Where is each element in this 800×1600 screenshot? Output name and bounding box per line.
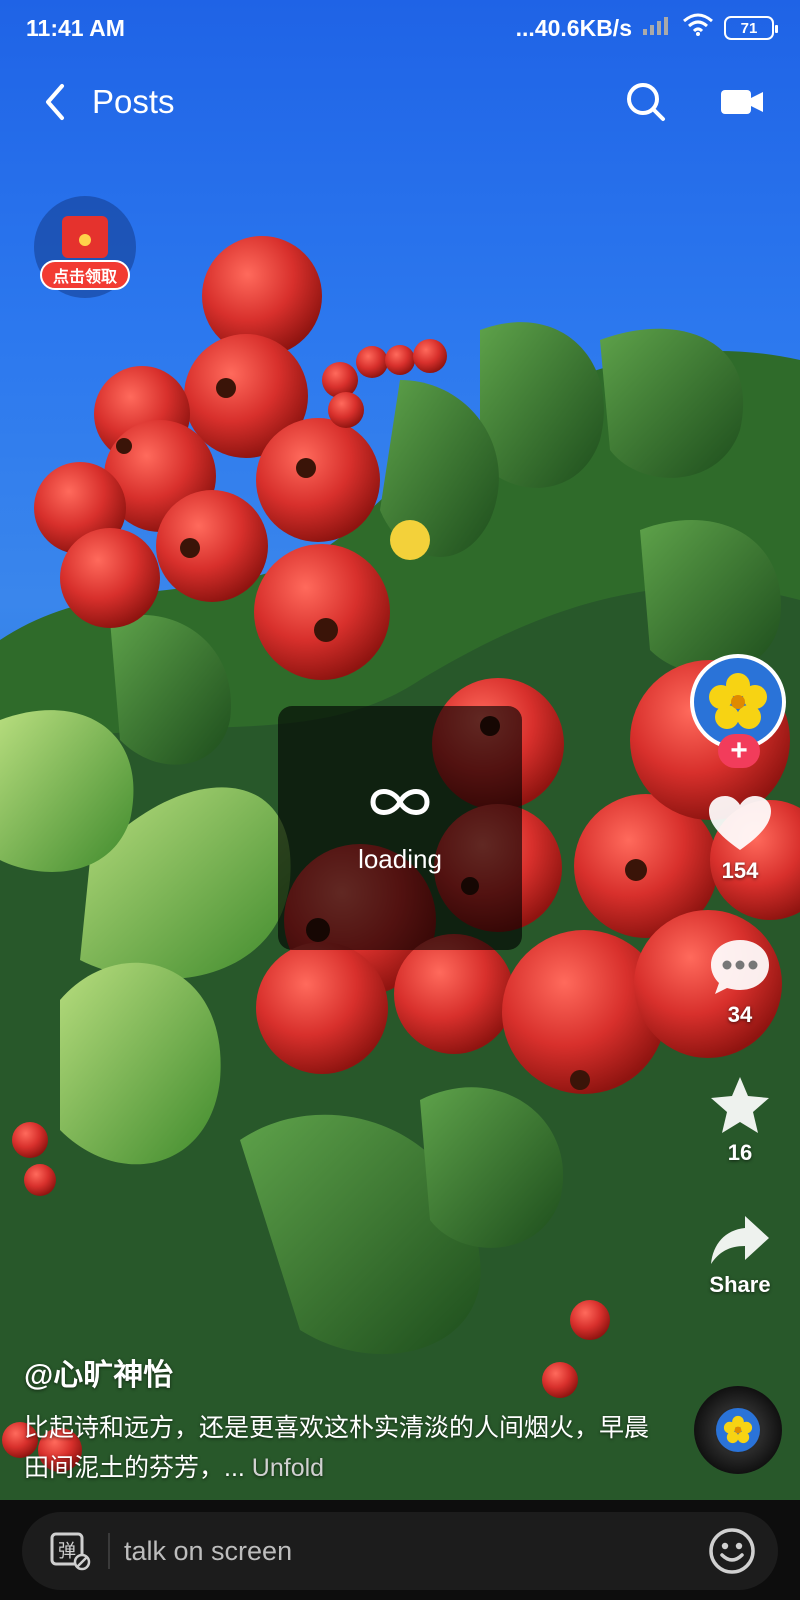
emoji-button[interactable] [706, 1525, 758, 1577]
bottom-bar: 弹 talk on screen [0, 1500, 800, 1600]
share-label: Share [709, 1272, 771, 1297]
music-cover [716, 1408, 760, 1452]
back-button[interactable] [30, 77, 80, 127]
loading-text: loading [358, 843, 442, 874]
star-icon [711, 1077, 769, 1133]
caption-body: 比起诗和远方，还是更喜欢这朴实清淡的人间烟火，早晨田间泥土的芬芳，... [24, 1414, 650, 1482]
danmaku-toggle-button[interactable]: 弹 [46, 1527, 94, 1575]
danmaku-icon-glyph: 弹 [58, 1541, 76, 1562]
video-camera-icon [721, 90, 763, 114]
like-button[interactable]: 154 [680, 794, 800, 884]
chevron-left-icon [46, 84, 64, 120]
flower-icon [709, 673, 767, 729]
battery-icon: 71 [724, 16, 778, 40]
danmaku-off-icon: 弹 [50, 1532, 91, 1571]
post-caption: @心旷神怡 比起诗和远方，还是更喜欢这朴实清淡的人间烟火，早晨田间泥土的芬芳，.… [24, 1350, 664, 1488]
status-time: 11:41 AM [26, 14, 125, 41]
comment-button[interactable]: 34 [680, 936, 800, 1028]
signal-icon [642, 14, 672, 42]
input-divider [108, 1533, 110, 1569]
music-disc[interactable] [694, 1386, 782, 1474]
heart-icon [709, 796, 771, 850]
favorite-button[interactable]: 16 [680, 1074, 800, 1166]
camera-button[interactable] [714, 74, 770, 130]
plus-icon: + [730, 734, 748, 767]
search-button[interactable] [618, 74, 674, 130]
network-speed: ...40.6KB/s [515, 14, 632, 41]
comment-count: 34 [727, 1002, 753, 1027]
comment-icon [711, 940, 769, 994]
unfold-link[interactable]: Unfold [252, 1454, 324, 1482]
status-bar: 11:41 AM ...40.6KB/s 71 [0, 0, 800, 56]
red-packet-button[interactable]: 点击领取 [34, 196, 136, 298]
page-title: Posts [92, 83, 175, 120]
loading-overlay: loading [278, 706, 522, 950]
like-count: 154 [721, 858, 759, 883]
battery-level: 71 [740, 19, 758, 37]
wifi-icon [682, 13, 714, 43]
red-packet-label: 点击领取 [40, 260, 130, 290]
caption-text: 比起诗和远方，还是更喜欢这朴实清淡的人间烟火，早晨田间泥土的芬芳，... Unf… [24, 1408, 664, 1488]
infinity-loading-icon [370, 788, 430, 815]
top-nav: Posts [0, 70, 800, 134]
follow-button[interactable]: + [718, 734, 760, 768]
comment-placeholder[interactable]: talk on screen [124, 1536, 706, 1567]
favorite-count: 16 [727, 1140, 753, 1165]
share-button[interactable]: Share [680, 1212, 800, 1298]
search-icon [627, 83, 665, 121]
red-envelope-icon [62, 216, 108, 258]
smiley-icon [709, 1528, 755, 1574]
danmaku-input[interactable]: 弹 talk on screen [22, 1512, 778, 1590]
flower-icon [723, 1415, 753, 1444]
author-name[interactable]: @心旷神怡 [24, 1350, 664, 1394]
share-arrow-icon [711, 1216, 769, 1264]
